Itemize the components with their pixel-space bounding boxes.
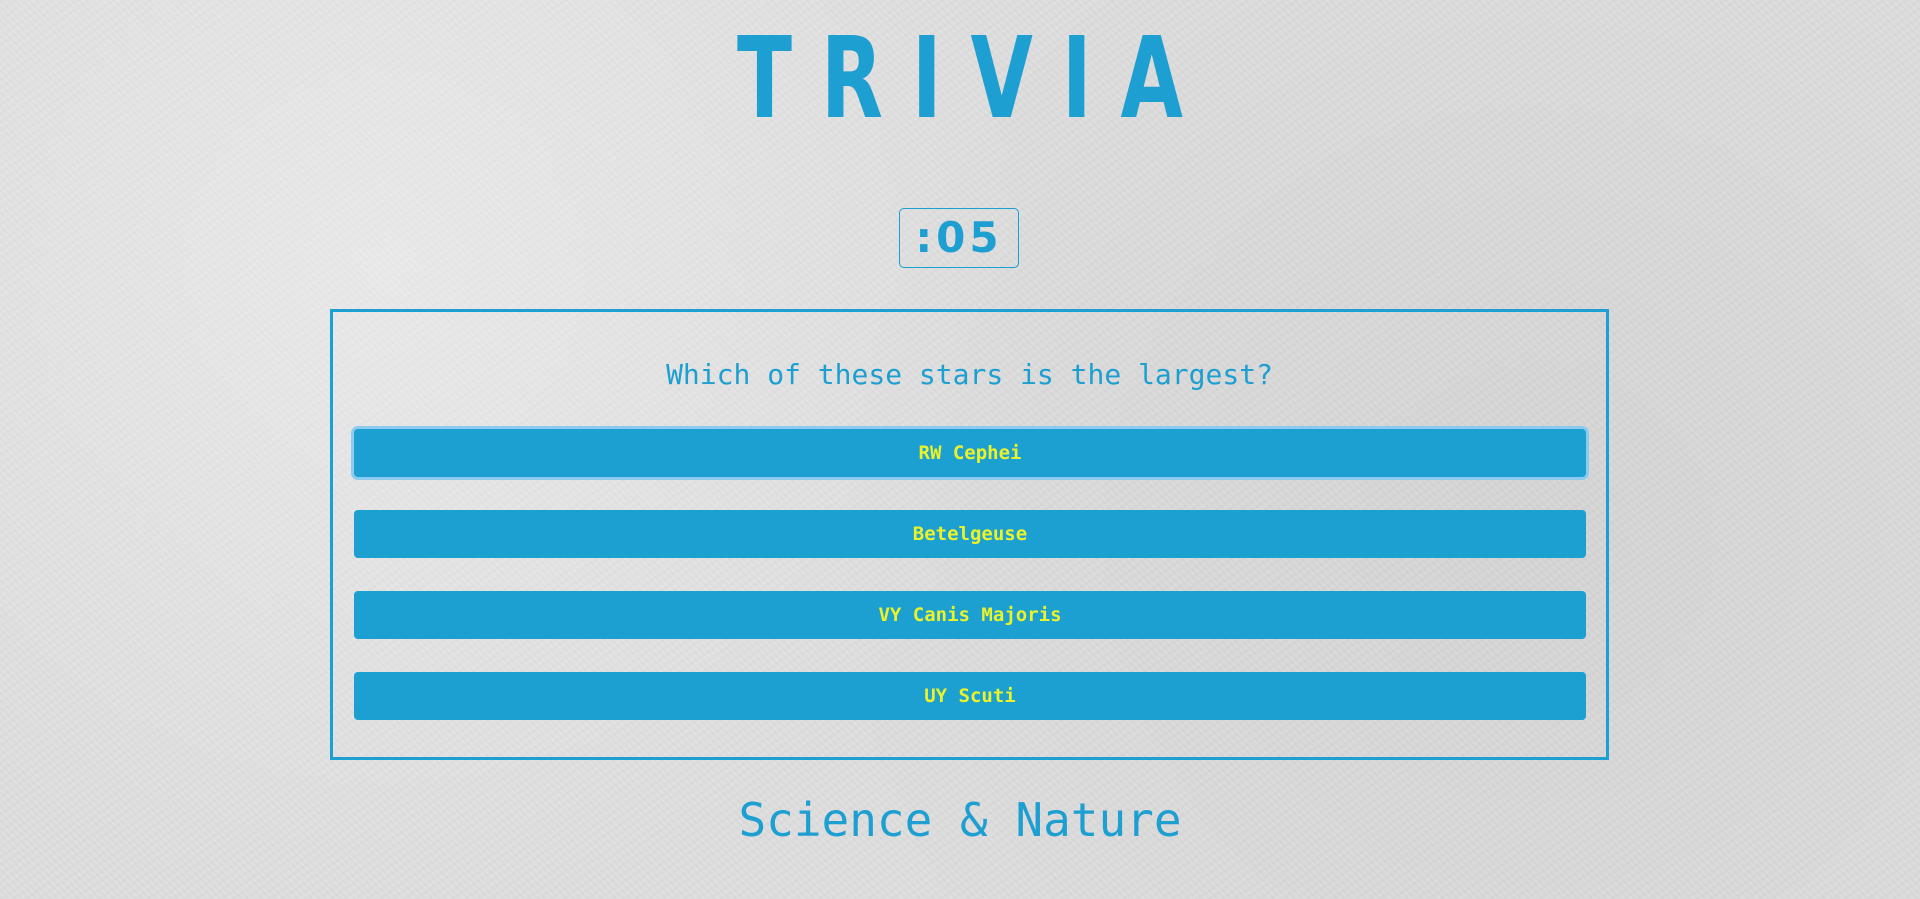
countdown-timer: :05 xyxy=(899,208,1019,268)
page-title: TRIVIA xyxy=(737,14,1212,144)
answer-button-2[interactable]: Betelgeuse xyxy=(354,510,1586,558)
answer-button-1[interactable]: RW Cephei xyxy=(354,429,1586,477)
answer-button-3[interactable]: VY Canis Majoris xyxy=(354,591,1586,639)
answer-button-4[interactable]: UY Scuti xyxy=(354,672,1586,720)
question-text: Which of these stars is the largest? xyxy=(666,358,1273,391)
category-label: Science & Nature xyxy=(738,793,1182,847)
question-card: Which of these stars is the largest? RW … xyxy=(330,309,1609,760)
